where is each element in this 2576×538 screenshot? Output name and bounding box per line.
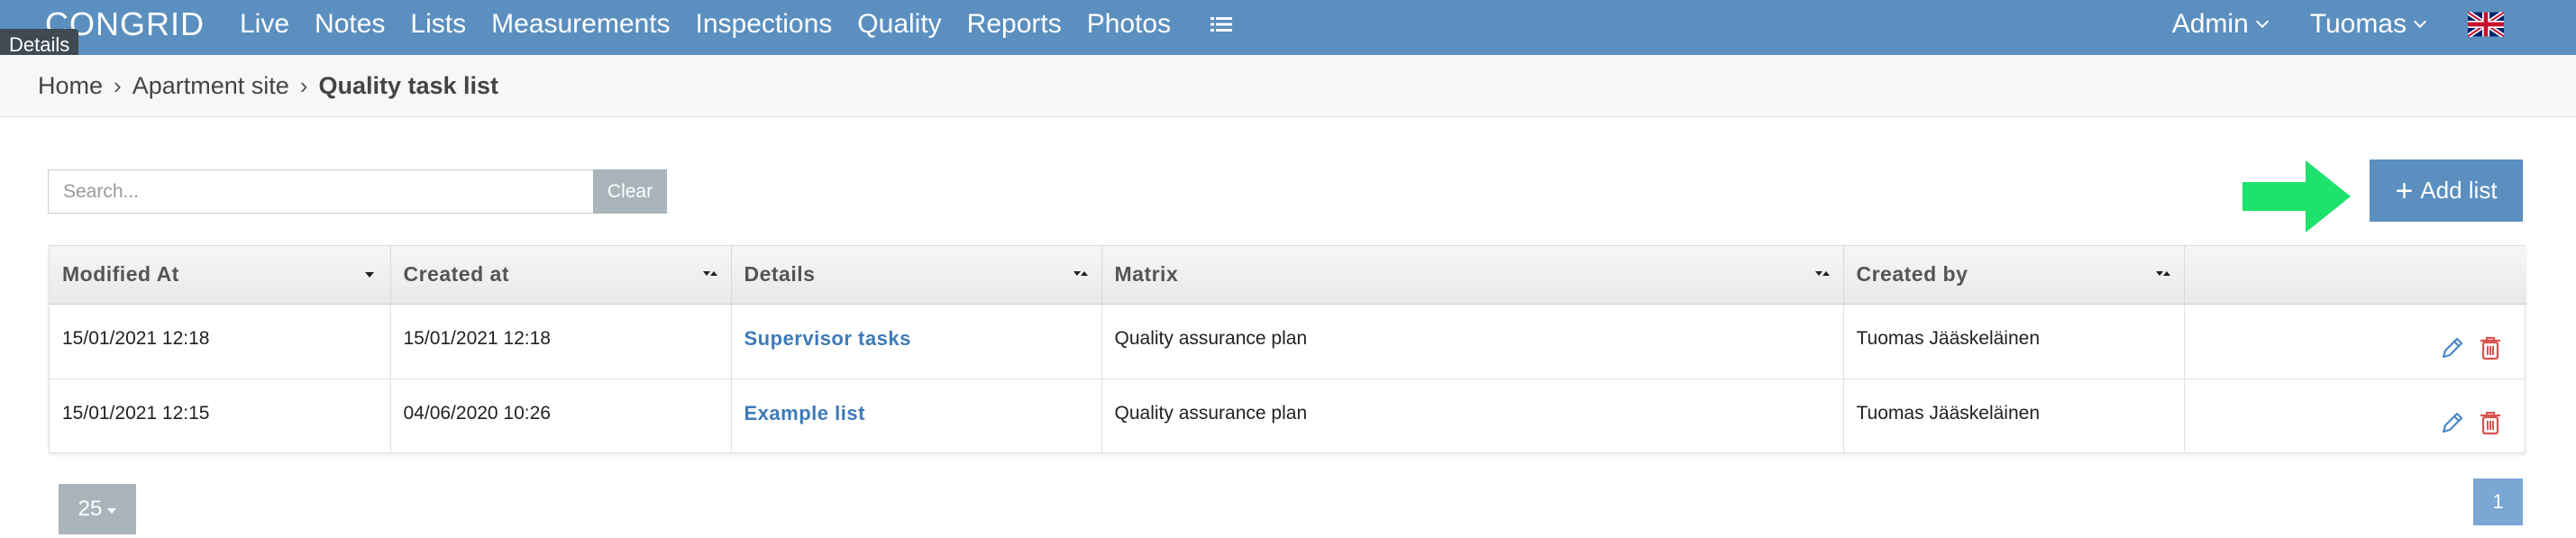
cell-created-by: Tuomas Jääskeläinen (1843, 304, 2185, 379)
table-header-row: Modified At Created at Details Matrix Cr… (50, 246, 2526, 305)
cell-text: Tuomas Jääskeläinen (1856, 327, 2041, 349)
nav-lists[interactable]: Lists (410, 9, 466, 40)
chevron-right-icon: › (114, 72, 122, 99)
nav-inspections[interactable]: Inspections (696, 9, 833, 40)
cell-created-at: 04/06/2020 10:26 (390, 378, 732, 453)
user-nav: Admin Tuomas (2129, 0, 2504, 49)
column-header-actions (2184, 246, 2526, 305)
details-link[interactable]: Example list (744, 402, 1089, 425)
cell-details: Example list (731, 378, 1102, 453)
cell-actions (2184, 304, 2526, 379)
table-row: 15/01/2021 12:18 15/01/2021 12:18 Superv… (50, 304, 2526, 379)
cell-matrix: Quality assurance plan (1101, 378, 1844, 453)
cell-text: 04/06/2020 10:26 (403, 402, 552, 424)
sort-icon (2155, 271, 2170, 276)
breadcrumb-bar: Home › Apartment site › Quality task lis… (0, 55, 2576, 117)
list-icon[interactable] (1210, 15, 1233, 33)
admin-menu-label: Admin (2171, 9, 2249, 39)
column-header-modified-at[interactable]: Modified At (50, 246, 391, 305)
cell-modified-at: 15/01/2021 12:15 (50, 378, 391, 453)
column-header-created-by[interactable]: Created by (1843, 246, 2185, 305)
chevron-down-icon (2255, 14, 2269, 29)
cell-created-by: Tuomas Jääskeläinen (1843, 378, 2185, 453)
arrow-right-icon (2243, 160, 2351, 233)
edit-pencil-icon[interactable] (2438, 408, 2467, 437)
nav-reports[interactable]: Reports (967, 9, 1062, 40)
user-menu-label: Tuomas (2309, 9, 2407, 39)
column-label: Created by (1856, 262, 1969, 287)
add-list-label: Add list (2420, 177, 2498, 204)
nav-notes[interactable]: Notes (315, 9, 385, 40)
nav-live[interactable]: Live (240, 9, 289, 40)
page-size-value: 25 (78, 497, 103, 521)
details-link[interactable]: Supervisor tasks (744, 327, 1089, 351)
add-list-button[interactable]: + Add list (2370, 160, 2523, 222)
plus-icon: + (2395, 173, 2414, 208)
breadcrumb: Home › Apartment site › Quality task lis… (38, 55, 498, 117)
cell-modified-at: 15/01/2021 12:18 (50, 304, 391, 379)
page-title: Quality task list (318, 72, 499, 99)
cell-text: Quality assurance plan (1114, 402, 1308, 424)
cell-text: 15/01/2021 12:18 (62, 327, 210, 349)
nav-photos[interactable]: Photos (1087, 9, 1171, 40)
edit-pencil-icon[interactable] (2438, 333, 2467, 362)
trash-icon[interactable] (2476, 333, 2505, 362)
sort-icon (702, 271, 717, 276)
column-label: Created at (403, 262, 509, 287)
breadcrumb-site[interactable]: Apartment site (132, 72, 289, 100)
cell-text: Tuomas Jääskeläinen (1856, 402, 2041, 424)
admin-menu[interactable]: Admin (2171, 9, 2269, 40)
chevron-right-icon: › (299, 72, 308, 99)
caret-down-icon (107, 508, 117, 514)
breadcrumb-home[interactable]: Home (38, 72, 103, 100)
sort-icon (1814, 271, 1830, 276)
top-navbar: CONGRID Live Notes Lists Measurements In… (0, 0, 2576, 55)
column-header-created-at[interactable]: Created at (390, 246, 732, 305)
page-size-select[interactable]: 25 (59, 484, 136, 534)
cell-details: Supervisor tasks (731, 304, 1102, 379)
column-header-matrix[interactable]: Matrix (1101, 246, 1844, 305)
column-label: Details (744, 262, 816, 287)
clear-button[interactable]: Clear (593, 169, 667, 214)
nav-measurements[interactable]: Measurements (491, 9, 670, 40)
user-menu[interactable]: Tuomas (2309, 9, 2427, 40)
chevron-down-icon (2413, 14, 2427, 29)
cell-text: 15/01/2021 12:15 (62, 402, 210, 424)
cell-text: Quality assurance plan (1114, 327, 1308, 349)
cell-matrix: Quality assurance plan (1101, 304, 1844, 379)
table-row: 15/01/2021 12:15 04/06/2020 10:26 Exampl… (50, 378, 2526, 453)
column-label: Matrix (1114, 262, 1179, 287)
main-nav: Live Notes Lists Measurements Inspection… (240, 0, 1233, 49)
cell-created-at: 15/01/2021 12:18 (390, 304, 732, 379)
search-input[interactable] (48, 169, 593, 214)
sort-icon (1073, 271, 1088, 276)
quality-list-table: Modified At Created at Details Matrix Cr… (49, 245, 2526, 453)
uk-flag-icon[interactable] (2468, 12, 2504, 37)
nav-quality[interactable]: Quality (857, 9, 941, 40)
column-header-details[interactable]: Details (731, 246, 1102, 305)
cell-text: 15/01/2021 12:18 (403, 327, 552, 349)
column-label: Modified At (62, 262, 179, 287)
trash-icon[interactable] (2476, 408, 2505, 437)
page-button[interactable]: 1 (2473, 479, 2523, 525)
sort-desc-icon (364, 272, 374, 278)
cell-actions (2184, 378, 2526, 453)
